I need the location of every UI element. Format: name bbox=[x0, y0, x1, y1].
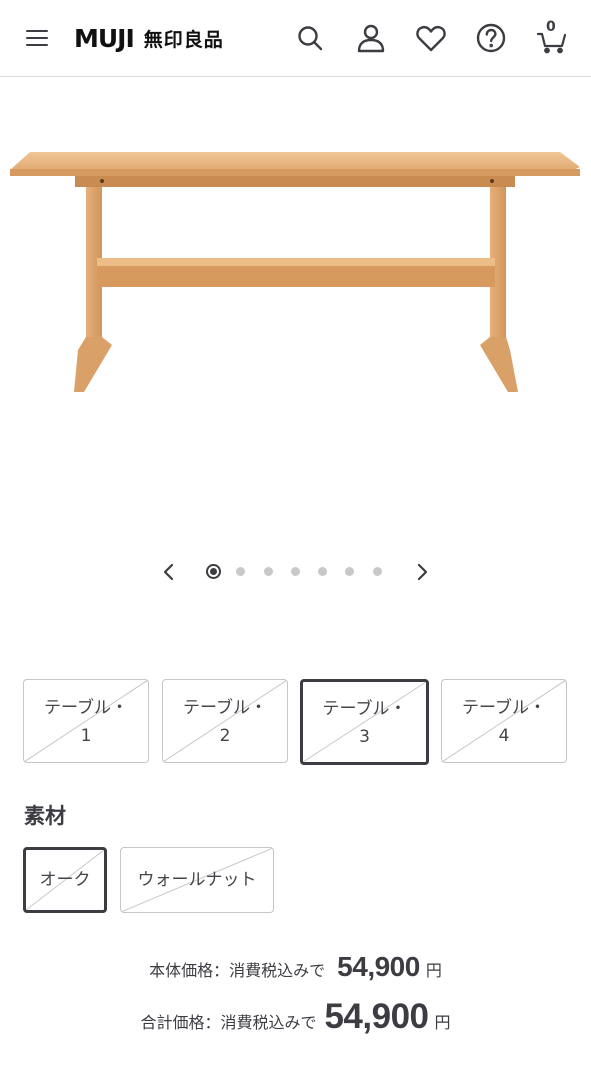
product-image[interactable] bbox=[0, 100, 591, 420]
total-price-currency: 円 bbox=[434, 1013, 451, 1032]
material-title: 素材 bbox=[24, 804, 66, 828]
carousel-dot-active[interactable] bbox=[206, 564, 221, 579]
image-carousel-nav bbox=[0, 556, 591, 588]
muji-logo[interactable]: MUJI 無印良品 bbox=[74, 22, 224, 54]
carousel-dot[interactable] bbox=[236, 567, 245, 576]
carousel-dot[interactable] bbox=[373, 567, 382, 576]
cart-count: 0 bbox=[546, 19, 556, 35]
size-option-label: テーブル・ bbox=[322, 699, 407, 719]
logo-kanji: 無印良品 bbox=[143, 28, 224, 51]
account-icon[interactable] bbox=[353, 20, 389, 56]
size-option-number: 1 bbox=[80, 726, 92, 746]
size-option-label: テーブル・ bbox=[462, 698, 546, 718]
size-option-1[interactable]: テーブル・ 1 bbox=[23, 679, 149, 763]
material-option-label: ウォールナット bbox=[137, 870, 257, 890]
cart-icon[interactable]: 0 bbox=[534, 19, 570, 56]
carousel-dot[interactable] bbox=[345, 567, 354, 576]
size-option-4[interactable]: テーブル・ 4 bbox=[441, 679, 567, 763]
size-option-label: テーブル・ bbox=[183, 698, 267, 718]
size-option-3-selected[interactable]: テーブル・ 3 bbox=[300, 679, 429, 765]
menu-icon[interactable] bbox=[26, 27, 50, 49]
logo-text: MUJI bbox=[74, 23, 135, 53]
base-price-currency: 円 bbox=[425, 961, 442, 980]
size-option-number: 4 bbox=[498, 726, 510, 746]
search-icon[interactable] bbox=[292, 20, 328, 56]
next-arrow-icon[interactable] bbox=[409, 558, 435, 586]
total-price-row: 合計価格：消費税込みで 54,900 円 bbox=[0, 997, 591, 1037]
material-option-oak-selected[interactable]: オーク bbox=[23, 847, 107, 913]
base-price-label: 本体価格：消費税込みで bbox=[149, 961, 326, 980]
size-option-2[interactable]: テーブル・ 2 bbox=[162, 679, 288, 763]
total-price-label: 合計価格：消費税込みで bbox=[140, 1013, 317, 1032]
base-price-amount: 54,900 bbox=[337, 951, 420, 982]
total-price-amount: 54,900 bbox=[324, 997, 429, 1036]
base-price-row: 本体価格：消費税込みで 54,900 円 bbox=[0, 951, 591, 983]
carousel-dot[interactable] bbox=[291, 567, 300, 576]
heart-icon[interactable] bbox=[413, 20, 449, 56]
size-option-number: 2 bbox=[219, 726, 231, 746]
size-option-label: テーブル・ bbox=[44, 698, 128, 718]
material-option-walnut[interactable]: ウォールナット bbox=[120, 847, 274, 913]
size-option-number: 3 bbox=[359, 727, 370, 747]
prev-arrow-icon[interactable] bbox=[156, 558, 182, 586]
material-option-label: オーク bbox=[39, 870, 91, 890]
help-icon[interactable] bbox=[473, 20, 509, 56]
carousel-dot[interactable] bbox=[318, 567, 327, 576]
carousel-dot[interactable] bbox=[264, 567, 273, 576]
site-header: MUJI 無印良品 0 bbox=[0, 0, 591, 77]
wooden-dining-table bbox=[10, 152, 580, 392]
